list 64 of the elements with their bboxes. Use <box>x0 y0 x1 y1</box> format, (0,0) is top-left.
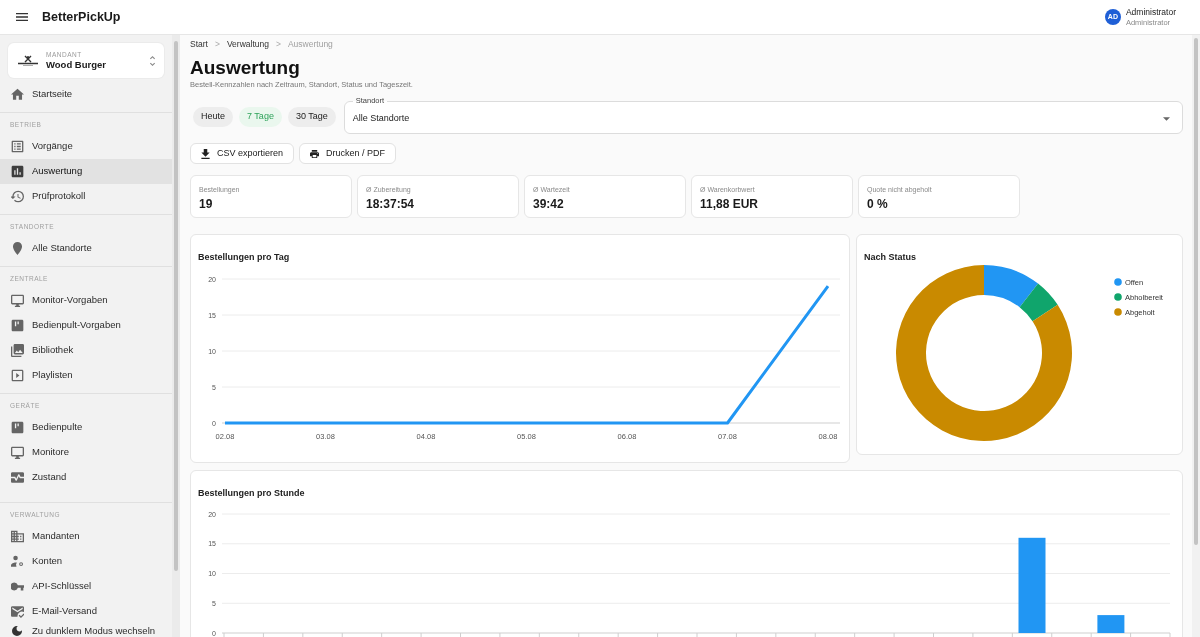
menu-icon[interactable] <box>16 13 28 21</box>
kpi-value: 11,88 EUR <box>700 197 759 211</box>
home-icon <box>11 88 24 101</box>
building-icon <box>11 530 24 543</box>
breadcrumb-link[interactable]: Verwaltung <box>226 37 269 51</box>
nav-item[interactable]: Prüfprotokoll <box>0 184 172 209</box>
nav-item[interactable]: Monitor-Vorgaben <box>0 288 172 313</box>
location-pin-icon <box>11 242 24 255</box>
monitor-icon <box>11 294 24 307</box>
kpi-value: 18:37:54 <box>366 197 415 211</box>
select-value: Alle Standorte <box>352 112 410 126</box>
nav-item[interactable]: Auswertung <box>0 159 172 184</box>
printer-icon <box>310 148 320 159</box>
kpi-value: 0 % <box>867 197 888 211</box>
heartbeat-monitor-icon <box>11 471 24 484</box>
envelope-check-icon <box>11 605 24 618</box>
nav-item[interactable]: API-Schlüssel <box>0 574 172 599</box>
chart-title: Bestellungen pro Stunde <box>198 488 305 498</box>
page-title: Auswertung <box>190 56 300 80</box>
bar-chart-icon <box>11 165 24 178</box>
filter-chip[interactable]: Heute <box>193 107 234 127</box>
key-icon <box>11 580 24 593</box>
filter-chip[interactable]: 30 Tage <box>287 107 336 127</box>
breadcrumb-separator: > <box>276 37 281 51</box>
play-icon <box>11 369 24 382</box>
export-button[interactable]: CSV exportieren <box>190 143 295 164</box>
panel-icon <box>11 319 24 332</box>
panel-icon <box>11 421 24 434</box>
chart-title: Nach Status <box>864 252 916 262</box>
scrollbar[interactable] <box>172 35 180 637</box>
nav-item[interactable]: Bedienpulte <box>0 415 172 440</box>
nav-item[interactable]: Vorgänge <box>0 134 172 159</box>
user-name: Administrator <box>1125 6 1176 18</box>
nav-item[interactable]: Bibliothek <box>0 338 172 363</box>
dropdown-caret-icon <box>1163 117 1170 121</box>
chevron-up-down-icon <box>149 55 156 66</box>
user-gear-icon <box>11 555 24 568</box>
moon-icon <box>12 625 22 636</box>
nav-item[interactable]: Startseite <box>0 82 172 107</box>
scrollbar[interactable] <box>1192 35 1200 637</box>
print-button[interactable]: Drucken / PDF <box>299 143 397 164</box>
monitor-icon <box>11 446 24 459</box>
nav-item[interactable]: Monitore <box>0 440 172 465</box>
logo-icon <box>18 55 38 66</box>
chart-bar <box>1097 615 1125 633</box>
breadcrumb-link[interactable]: Start <box>190 37 208 51</box>
nav-item[interactable]: Zustand <box>0 465 172 490</box>
nav-item[interactable]: Bedienpult-Vorgaben <box>0 313 172 338</box>
kpi-value: 19 <box>199 197 213 211</box>
kpi-value: 39:42 <box>533 197 564 211</box>
breadcrumb-separator: > <box>214 37 220 51</box>
list-icon <box>11 140 24 153</box>
nav-item[interactable]: Playlisten <box>0 363 172 388</box>
image-gallery-icon <box>11 344 24 357</box>
history-icon <box>11 190 24 203</box>
download-icon <box>201 148 210 159</box>
nav-item[interactable]: E-Mail-Versand <box>0 599 172 624</box>
nav-item[interactable]: Mandanten <box>0 524 172 549</box>
nav-item[interactable]: Alle Standorte <box>0 236 172 261</box>
chart-title: Bestellungen pro Tag <box>198 252 290 262</box>
tenant-name: Wood Burger <box>46 58 106 71</box>
app-title: BetterPickUp <box>42 8 121 26</box>
nav-item[interactable]: Konten <box>0 549 172 574</box>
theme-toggle[interactable]: Zu dunklem Modus wechseln <box>0 624 172 637</box>
